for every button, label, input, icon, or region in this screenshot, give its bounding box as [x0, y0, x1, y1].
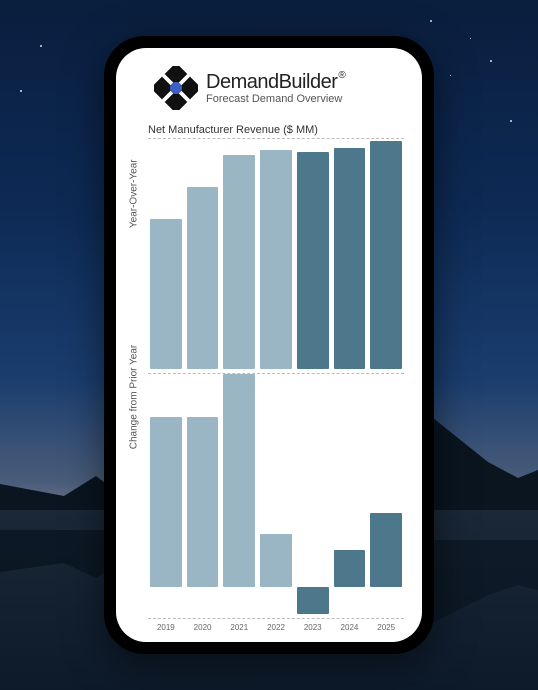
bar	[150, 219, 182, 370]
bar	[334, 148, 366, 369]
app-name-text: DemandBuilder	[206, 71, 337, 93]
x-tick-label: 2020	[187, 623, 219, 632]
x-axis: 2019 2020 2021 2022 2023 2024 2025	[148, 619, 404, 632]
x-tick-label: 2023	[297, 623, 329, 632]
registered-mark: ®	[338, 70, 345, 81]
x-tick-label: 2021	[223, 623, 255, 632]
chart-title: Net Manufacturer Revenue ($ MM)	[148, 124, 404, 139]
x-tick-label: 2022	[260, 623, 292, 632]
bar	[260, 150, 292, 369]
bar	[187, 187, 219, 370]
x-tick-label: 2019	[150, 623, 182, 632]
chart-year-over-year: Year-Over-Year	[148, 141, 404, 374]
bar	[260, 534, 292, 587]
phone-frame: DemandBuilder® Forecast Demand Overview …	[104, 36, 434, 654]
bar	[187, 417, 219, 587]
app-name: DemandBuilder®	[206, 71, 344, 94]
app-header: DemandBuilder® Forecast Demand Overview	[130, 66, 408, 110]
brand-block: DemandBuilder® Forecast Demand Overview	[206, 71, 344, 105]
x-tick-label: 2024	[334, 623, 366, 632]
y-axis-label: Change from Prior Year	[129, 345, 140, 450]
bar	[150, 417, 182, 587]
y-axis-label: Year-Over-Year	[129, 160, 140, 229]
bar	[334, 550, 366, 587]
charts-container: Year-Over-Year Change from Prior Year 20…	[130, 141, 408, 632]
app-logo-icon	[154, 66, 198, 110]
bar	[223, 155, 255, 370]
bar	[370, 513, 402, 588]
bar-group	[148, 141, 404, 369]
bar	[297, 152, 329, 369]
chart-change-prior-year: Change from Prior Year	[148, 374, 404, 619]
app-subtitle: Forecast Demand Overview	[206, 93, 344, 105]
bar	[370, 141, 402, 369]
x-tick-label: 2025	[370, 623, 402, 632]
bar-group	[148, 374, 404, 614]
bar	[297, 587, 329, 614]
bar	[223, 374, 255, 587]
screen: DemandBuilder® Forecast Demand Overview …	[116, 48, 422, 642]
